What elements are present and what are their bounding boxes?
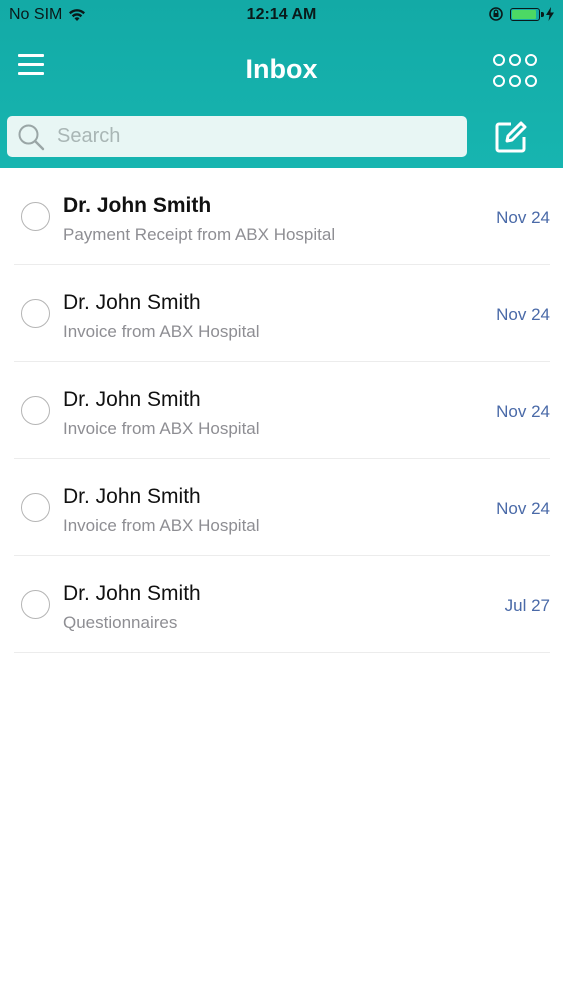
hamburger-menu-icon[interactable] [18, 54, 48, 84]
header: No SIM 12:14 AM Inbox [0, 0, 563, 168]
select-radio[interactable] [21, 493, 50, 522]
message-sender: Dr. John Smith [63, 485, 201, 508]
charging-bolt-icon [546, 7, 554, 21]
search-bar[interactable] [7, 116, 467, 157]
message-subject: Invoice from ABX Hospital [63, 516, 260, 535]
message-sender: Dr. John Smith [63, 194, 212, 217]
message-subject: Invoice from ABX Hospital [63, 322, 260, 341]
search-icon [18, 124, 45, 150]
message-row[interactable]: Dr. John Smith Questionnaires Jul 27 [14, 556, 550, 653]
six-dots-grid-icon[interactable] [493, 54, 537, 88]
clock: 12:14 AM [246, 6, 317, 23]
message-subject: Invoice from ABX Hospital [63, 419, 260, 438]
message-date: Nov 24 [496, 402, 550, 421]
navigation-bar: Inbox [0, 34, 563, 104]
status-bar: No SIM 12:14 AM [0, 0, 563, 30]
message-date: Nov 24 [496, 208, 550, 227]
message-row[interactable]: Dr. John Smith Payment Receipt from ABX … [14, 168, 550, 265]
message-sender: Dr. John Smith [63, 388, 201, 411]
message-row[interactable]: Dr. John Smith Invoice from ABX Hospital… [14, 362, 550, 459]
message-list: Dr. John Smith Payment Receipt from ABX … [0, 168, 563, 653]
message-sender: Dr. John Smith [63, 291, 201, 314]
compose-icon[interactable] [494, 120, 528, 154]
search-input[interactable] [55, 124, 439, 149]
message-date: Nov 24 [496, 499, 550, 518]
battery-level [512, 9, 536, 19]
select-radio[interactable] [21, 299, 50, 328]
select-radio[interactable] [21, 202, 50, 231]
message-sender: Dr. John Smith [63, 582, 201, 605]
page-title: Inbox [245, 54, 318, 84]
message-subject: Questionnaires [63, 613, 178, 632]
battery-icon [510, 7, 544, 21]
message-date: Jul 27 [504, 596, 550, 615]
message-row[interactable]: Dr. John Smith Invoice from ABX Hospital… [14, 459, 550, 556]
rotation-lock-icon [489, 7, 503, 21]
message-date: Nov 24 [496, 305, 550, 324]
message-subject: Payment Receipt from ABX Hospital [63, 225, 336, 244]
status-right [488, 6, 555, 22]
select-radio[interactable] [21, 396, 50, 425]
select-radio[interactable] [21, 590, 50, 619]
message-row[interactable]: Dr. John Smith Invoice from ABX Hospital… [14, 265, 550, 362]
